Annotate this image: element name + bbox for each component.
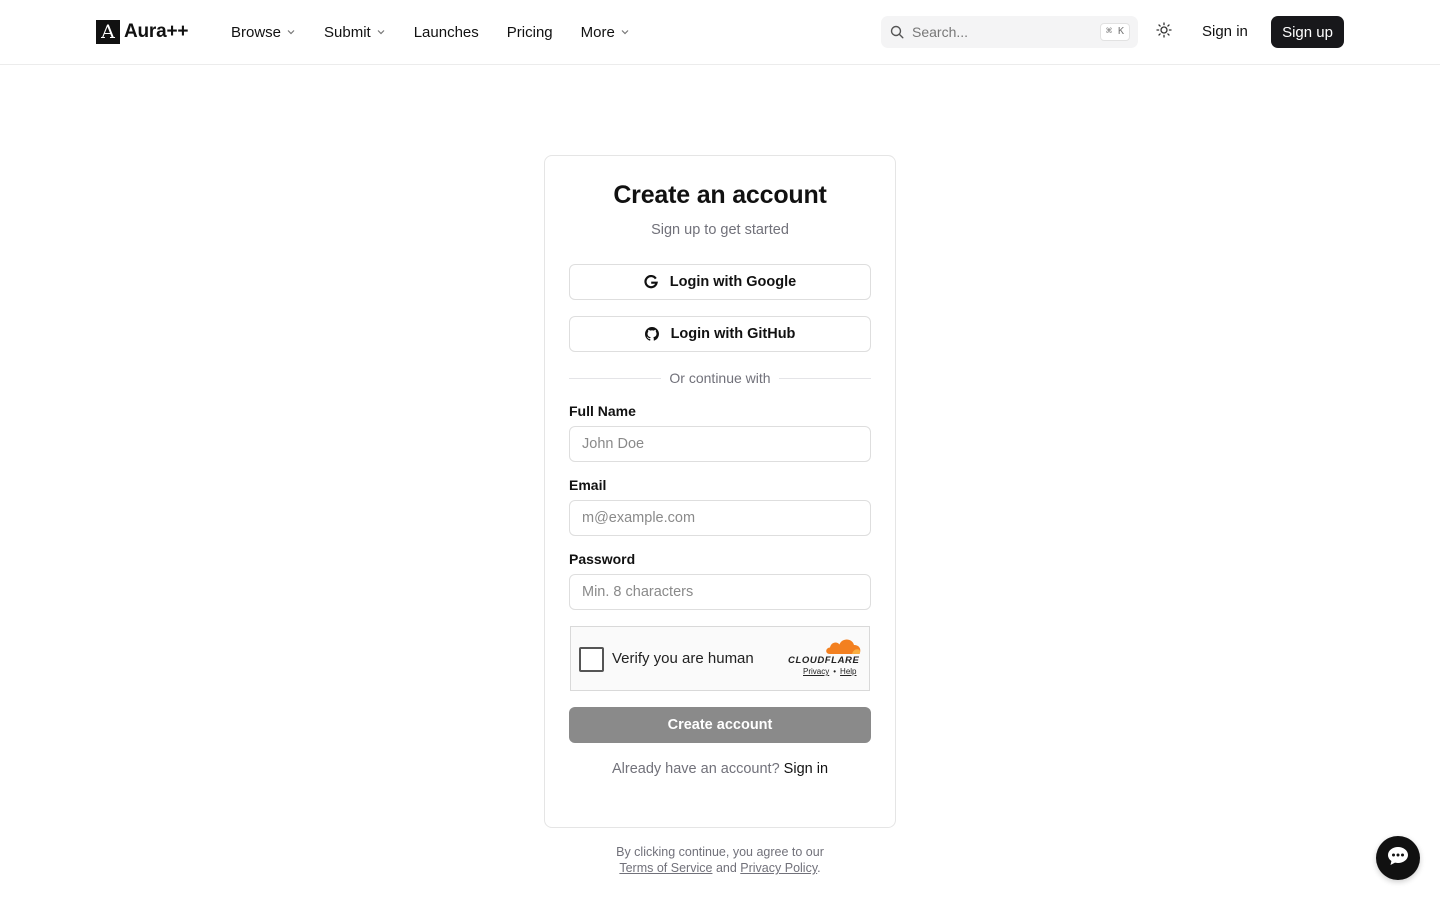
captcha-links: Privacy • Help	[803, 667, 857, 676]
captcha-widget: Verify you are human CLOUDFLARE Privacy •…	[570, 626, 870, 691]
signup-card: Create an account Sign up to get started…	[544, 155, 896, 828]
github-icon	[644, 327, 659, 341]
search-icon	[890, 25, 904, 39]
search-placeholder: Search...	[912, 24, 969, 40]
nav-browse[interactable]: Browse	[231, 24, 296, 41]
full-name-label: Full Name	[569, 403, 636, 419]
divider-line	[778, 377, 872, 379]
nav-more-label: More	[580, 23, 615, 41]
github-login-button[interactable]: Login with GitHub	[569, 316, 871, 352]
signin-prompt: Already have an account? Sign in	[545, 761, 895, 777]
divider-text: Or continue with	[669, 370, 771, 386]
nav-more[interactable]: More	[581, 24, 630, 41]
search-shortcut-badge: ⌘ K	[1099, 23, 1130, 41]
email-input[interactable]	[569, 500, 871, 536]
terms-of-service-link[interactable]: Terms of Service	[619, 861, 712, 875]
chevron-down-icon	[620, 27, 630, 37]
terms-prefix: By clicking continue, you agree to our	[616, 845, 824, 859]
header-signin-link[interactable]: Sign in	[1202, 23, 1248, 40]
divider-line	[569, 377, 662, 379]
password-label: Password	[569, 551, 636, 567]
main-nav: Browse Submit Launches Pricing More	[231, 0, 658, 64]
google-icon	[644, 275, 658, 289]
nav-launches-label: Launches	[413, 23, 479, 41]
chat-bubble-icon	[1387, 846, 1409, 871]
theme-toggle-button[interactable]	[1152, 20, 1176, 44]
captcha-text: Verify you are human	[612, 650, 754, 667]
header-signup-button[interactable]: Sign up	[1271, 16, 1344, 48]
terms-period: .	[817, 861, 821, 875]
nav-pricing-label: Pricing	[506, 23, 553, 41]
password-input[interactable]	[569, 574, 871, 610]
logo-mark: A	[96, 20, 120, 44]
captcha-links-separator: •	[833, 667, 837, 676]
nav-pricing[interactable]: Pricing	[507, 24, 553, 41]
nav-launches[interactable]: Launches	[414, 24, 479, 41]
privacy-policy-link[interactable]: Privacy Policy	[740, 861, 817, 875]
or-divider: Or continue with	[569, 368, 872, 388]
google-login-label: Login with Google	[669, 274, 797, 290]
create-account-button[interactable]: Create account	[569, 707, 871, 743]
github-login-label: Login with GitHub	[670, 326, 796, 342]
nav-browse-label: Browse	[231, 23, 282, 41]
google-login-button[interactable]: Login with Google	[569, 264, 871, 300]
search-bar[interactable]: Search... ⌘ K	[881, 16, 1138, 48]
top-navbar: A Aura++ Browse Submit Launches Pricing …	[0, 0, 1440, 65]
email-label: Email	[569, 477, 607, 493]
terms-notice: By clicking continue, you agree to our T…	[520, 844, 920, 876]
logo-text: Aura++	[124, 21, 189, 42]
logo[interactable]: A Aura++	[96, 20, 188, 44]
captcha-help-link[interactable]: Help	[840, 667, 856, 676]
sun-icon	[1156, 21, 1172, 43]
page-subtitle: Sign up to get started	[651, 222, 789, 238]
card-signin-link[interactable]: Sign in	[784, 761, 828, 777]
signin-prompt-text: Already have an account?	[611, 761, 780, 777]
nav-submit-label: Submit	[324, 23, 371, 41]
nav-submit[interactable]: Submit	[324, 24, 386, 41]
page-title: Create an account	[613, 181, 827, 209]
chat-widget-button[interactable]	[1376, 836, 1420, 880]
chevron-down-icon	[376, 27, 386, 37]
terms-and: and	[715, 861, 737, 875]
cloudflare-logo-text: CLOUDFLARE	[788, 655, 860, 666]
full-name-input[interactable]	[569, 426, 871, 462]
chevron-down-icon	[286, 27, 296, 37]
captcha-checkbox[interactable]	[579, 647, 604, 672]
captcha-privacy-link[interactable]: Privacy	[803, 667, 829, 676]
